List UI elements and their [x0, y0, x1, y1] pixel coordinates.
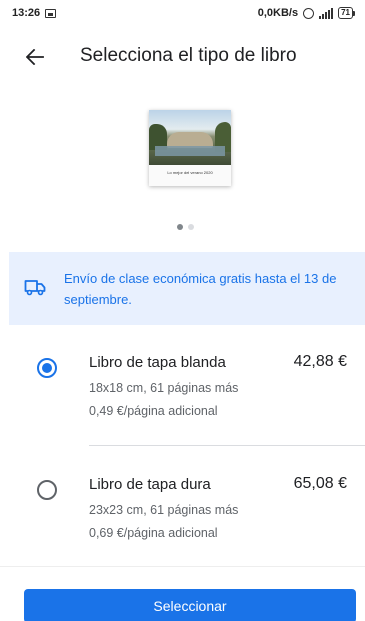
divider: [0, 566, 365, 567]
option-extra-page-price: 0,49 €/página adicional: [89, 404, 218, 418]
option-price: 65,08 €: [293, 475, 347, 492]
shipping-text: Envío de clase económica gratis hasta el…: [64, 271, 337, 307]
select-button[interactable]: Seleccionar: [24, 589, 356, 621]
alarm-clock-icon: [303, 7, 315, 19]
status-left: 13:26: [12, 7, 57, 19]
option-title: Libro de tapa blanda: [89, 354, 226, 371]
network-speed: 0,0KB/s: [257, 7, 299, 19]
carousel-dot[interactable]: [188, 224, 194, 230]
battery-icon: 71: [338, 7, 355, 19]
radio-softcover[interactable]: [37, 358, 57, 378]
image-notification-icon: [45, 8, 57, 18]
book-cover-image: [149, 110, 231, 165]
option-size-pages: 18x18 cm, 61 páginas más: [89, 381, 239, 395]
carousel-dot[interactable]: [177, 224, 183, 230]
status-time: 13:26: [12, 7, 41, 19]
signal-strength-icon: [319, 7, 334, 19]
option-hardcover[interactable]: Libro de tapa dura 65,08 € 23x23 cm, 61 …: [9, 466, 365, 562]
status-bar: 13:26 0,0KB/s 71: [0, 0, 365, 26]
back-button[interactable]: [22, 44, 48, 70]
option-softcover[interactable]: Libro de tapa blanda 42,88 € 18x18 cm, 6…: [9, 344, 365, 440]
carousel-indicator: [177, 224, 194, 230]
arrow-back-icon: [26, 49, 44, 65]
app-bar: Selecciona el tipo de libro: [0, 36, 365, 76]
page-title: Selecciona el tipo de libro: [80, 45, 297, 66]
battery-level: 71: [338, 7, 353, 19]
book-preview[interactable]: Lo mejor del verano 2020: [149, 110, 231, 186]
option-price: 42,88 €: [293, 353, 347, 370]
shipping-banner: Envío de clase económica gratis hasta el…: [9, 252, 365, 325]
option-extra-page-price: 0,69 €/página adicional: [89, 526, 218, 540]
book-cover-caption: Lo mejor del verano 2020: [167, 170, 213, 175]
radio-hardcover[interactable]: [37, 480, 57, 500]
option-title: Libro de tapa dura: [89, 476, 211, 493]
option-size-pages: 23x23 cm, 61 páginas más: [89, 503, 239, 517]
divider: [89, 445, 365, 446]
status-right: 0,0KB/s 71: [258, 7, 355, 19]
truck-icon: [24, 280, 46, 296]
